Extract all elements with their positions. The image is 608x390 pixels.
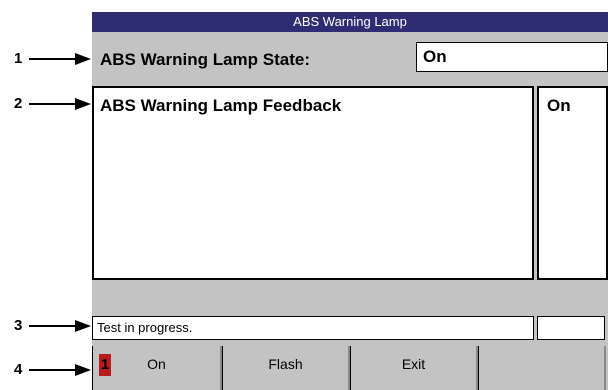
softkey-label: Flash	[268, 356, 303, 372]
callout-number: 3	[14, 317, 23, 334]
softkey-flash-button[interactable]: Flash	[222, 346, 350, 390]
arrow-right-icon	[75, 320, 91, 332]
arrow-line	[29, 58, 77, 60]
status-bar: Test in progress.	[92, 316, 534, 340]
status-text: Test in progress.	[97, 320, 193, 335]
softkey-exit-button[interactable]: Exit	[350, 346, 478, 390]
status-aux-field	[537, 316, 605, 340]
state-value: On	[423, 47, 447, 66]
arrow-right-icon	[75, 98, 91, 110]
key-number-badge: 1	[99, 354, 111, 376]
softkey-label: Exit	[401, 356, 426, 372]
arrow-line	[29, 103, 77, 105]
feedback-value-panel: On	[537, 86, 608, 280]
softkey-bar: 1 On Flash Exit	[92, 346, 608, 390]
softkey-on-button[interactable]: 1 On	[92, 346, 222, 390]
arrow-right-icon	[75, 53, 91, 65]
softkey-label: On	[147, 356, 166, 372]
callout-number: 2	[14, 95, 23, 112]
window-title: ABS Warning Lamp	[92, 12, 608, 32]
arrow-right-icon	[75, 364, 91, 376]
state-label: ABS Warning Lamp State:	[100, 50, 310, 69]
feedback-label: ABS Warning Lamp Feedback	[100, 96, 342, 115]
callout-number: 1	[14, 50, 23, 67]
callout-4: 4	[0, 360, 92, 380]
callout-2: 2	[0, 94, 92, 114]
arrow-line	[29, 369, 77, 371]
state-value-field: On	[416, 42, 608, 72]
arrow-line	[29, 325, 77, 327]
callout-number: 4	[14, 361, 23, 378]
softkey-empty-button[interactable]	[478, 346, 606, 390]
callout-1: 1	[0, 49, 92, 69]
feedback-value: On	[547, 96, 571, 115]
scan-tool-screen: ABS Warning Lamp ABS Warning Lamp State:…	[92, 12, 608, 390]
feedback-panel: ABS Warning Lamp Feedback	[92, 86, 534, 280]
callout-3: 3	[0, 316, 92, 336]
